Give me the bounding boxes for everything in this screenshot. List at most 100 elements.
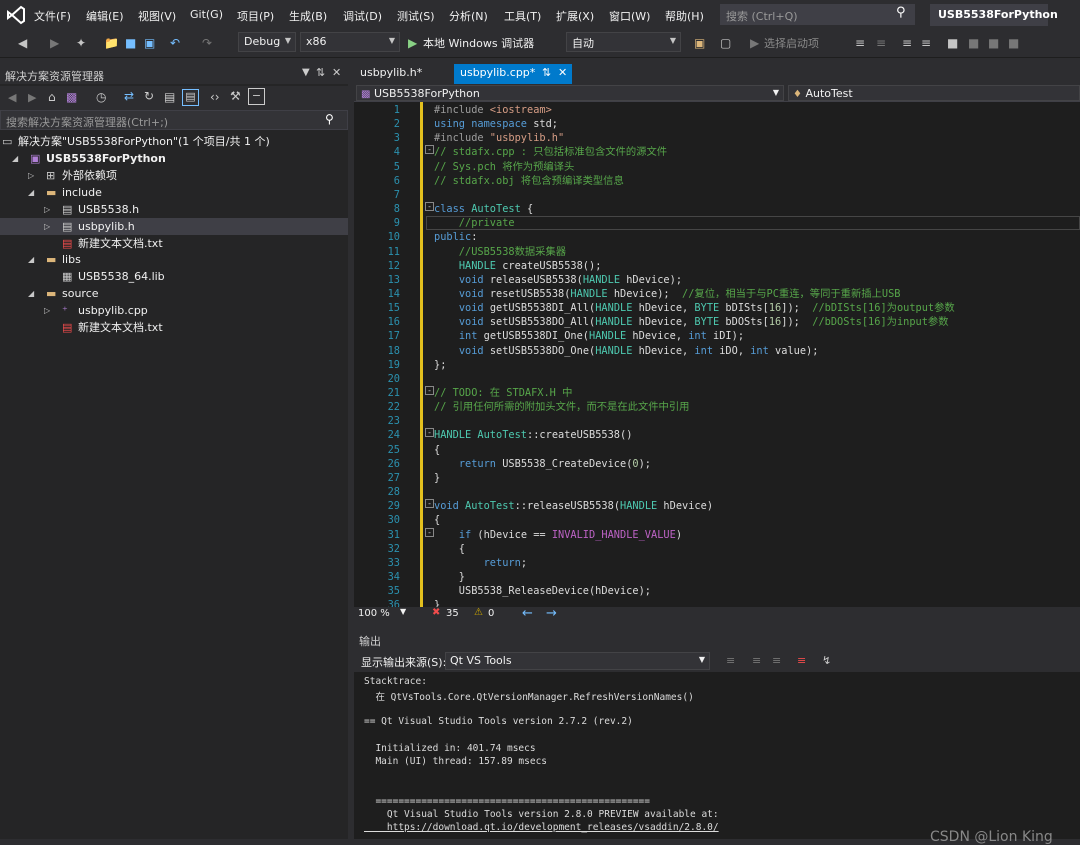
clear-all-icon[interactable]: ≡ <box>797 654 806 667</box>
code-line[interactable]: 25 { <box>354 443 1080 457</box>
run-icon[interactable]: ▶ <box>408 36 417 50</box>
code-line[interactable]: 21 -// TODO: 在 STDAFX.H 中 <box>354 386 1080 400</box>
member-scope-select[interactable]: ♦ AutoTest <box>788 85 1080 101</box>
show-all-files-icon[interactable]: ▤ <box>182 89 199 106</box>
code-line[interactable]: 27} <box>354 471 1080 485</box>
properties-icon[interactable]: ⚒ <box>230 89 241 103</box>
search-icon[interactable]: ⚲ <box>325 112 334 126</box>
redo-icon[interactable]: ↷ <box>202 36 212 50</box>
start-icon[interactable]: ▶ <box>750 36 759 50</box>
expander-icon[interactable]: ◢ <box>28 251 34 268</box>
search-input[interactable]: 搜索 (Ctrl+Q) <box>720 4 915 25</box>
uncomment-icon[interactable]: ≡ <box>921 36 931 50</box>
bookmark-icon[interactable]: ■ <box>947 36 958 50</box>
fold-toggle-icon[interactable]: - <box>425 386 434 395</box>
fold-toggle-icon[interactable]: - <box>425 527 434 537</box>
menu-item[interactable]: 编辑(E) <box>86 8 124 24</box>
code-line[interactable]: 20 <box>354 372 1080 386</box>
preview-icon[interactable]: − <box>248 88 265 105</box>
menu-item[interactable]: 窗口(W) <box>609 8 650 24</box>
search-icon[interactable]: ⚲ <box>896 5 906 20</box>
code-line[interactable]: 36} <box>354 598 1080 607</box>
menu-item[interactable]: 测试(S) <box>397 8 435 24</box>
tree-item[interactable]: ◢ ▬ libs <box>0 251 348 268</box>
code-line[interactable]: 35 USB5538_ReleaseDevice(hDevice); <box>354 584 1080 598</box>
close-tab-icon[interactable]: ✕ <box>558 66 567 79</box>
switch-views-icon[interactable]: ▩ <box>66 90 77 104</box>
hot-reload-icon[interactable]: ▣ <box>694 36 705 50</box>
select-startup-button[interactable]: 选择启动项 <box>764 35 819 51</box>
error-icon[interactable]: ✖ <box>432 607 440 618</box>
code-line[interactable]: 22 // 引用任何所需的附加头文件，而不是在此文件中引用 <box>354 400 1080 414</box>
fold-toggle-icon[interactable]: - <box>425 499 434 509</box>
tree-item[interactable]: ▷ ⊞ 外部依赖项 <box>0 167 348 184</box>
code-line[interactable]: 29 - void AutoTest::releaseUSB5538(HANDLE … <box>354 499 1080 513</box>
new-item-icon[interactable]: ✦ <box>76 36 86 50</box>
warning-icon[interactable]: ⚠ <box>474 607 483 618</box>
output-text[interactable]: Stacktrace: 在 QtVsTools.Core.QtVersionMa… <box>354 672 1080 839</box>
menu-item[interactable]: 帮助(H) <box>665 8 704 24</box>
pin-icon[interactable]: ⇅ <box>316 66 325 79</box>
error-count[interactable]: 35 <box>446 608 459 619</box>
zoom-level[interactable]: 100 % <box>358 608 390 619</box>
pending-changes-icon[interactable]: ◷ <box>96 90 106 104</box>
menu-item[interactable]: 生成(B) <box>289 8 327 24</box>
code-line[interactable]: 2 using namespace std; <box>354 117 1080 131</box>
code-line[interactable]: 30 { <box>354 513 1080 527</box>
tree-item[interactable]: ▤ 新建文本文档.txt <box>0 319 348 336</box>
code-line[interactable]: 19}; <box>354 358 1080 372</box>
clear-bookmark-icon[interactable]: ■ <box>1008 36 1019 50</box>
view-code-icon[interactable]: ‹› <box>210 90 220 104</box>
forward-icon[interactable]: ▶ <box>50 36 59 50</box>
format-icon[interactable]: ≡ <box>876 36 886 50</box>
code-line[interactable]: 12 HANDLE createUSB5538(); <box>354 259 1080 273</box>
tree-item[interactable]: ◢ ▣ USB5538ForPython <box>0 150 348 167</box>
prev-message-icon[interactable]: ≡ <box>752 654 761 667</box>
expander-icon[interactable]: ▷ <box>44 218 50 235</box>
code-line[interactable]: 28 <box>354 485 1080 499</box>
forward-icon[interactable]: ▶ <box>28 91 36 104</box>
expander-icon[interactable]: ▷ <box>44 201 50 218</box>
code-line[interactable]: 33 return; <box>354 556 1080 570</box>
code-line[interactable]: 18 void setUSB5538DO_One(HANDLE hDevice,… <box>354 344 1080 358</box>
code-line[interactable]: 31 - if (hDevice == INVALID_HANDLE_VALUE) <box>354 527 1080 542</box>
tab-usbpylib-cpp[interactable]: usbpylib.cpp* ⇅ ✕ <box>454 64 572 84</box>
fold-toggle-icon[interactable]: - <box>425 202 434 212</box>
code-line[interactable]: 1 #include <iostream> <box>354 103 1080 117</box>
dropdown-icon[interactable]: ▼ <box>302 67 310 78</box>
prev-issue-icon[interactable]: ← <box>522 606 533 621</box>
code-line[interactable]: 24 - HANDLE AutoTest::createUSB5538() <box>354 428 1080 442</box>
warning-count[interactable]: 0 <box>488 608 494 619</box>
expander-icon[interactable]: ◢ <box>12 150 18 167</box>
comment-icon[interactable]: ≡ <box>902 36 912 50</box>
code-line[interactable]: 10 public: <box>354 230 1080 244</box>
visual-studio-logo-icon[interactable] <box>6 5 26 25</box>
browser-icon[interactable]: ▢ <box>720 36 731 50</box>
fold-toggle-icon[interactable]: - <box>425 145 434 155</box>
expander-icon[interactable]: ◢ <box>28 184 34 201</box>
menu-item[interactable]: Git(G) <box>190 8 223 21</box>
pin-icon[interactable]: ⇅ <box>542 66 551 79</box>
find-message-icon[interactable]: ≡ <box>726 654 735 667</box>
next-message-icon[interactable]: ≡ <box>772 654 781 667</box>
code-line[interactable]: 9 //private <box>354 216 1080 230</box>
sync-icon[interactable]: ⇄ <box>124 89 134 103</box>
code-line[interactable]: 11 //USB5538数据采集器 <box>354 245 1080 259</box>
tree-item[interactable]: ▭ 解决方案"USB5538ForPython"(1 个项目/共 1 个) <box>0 133 348 150</box>
chevron-down-icon[interactable]: ▼ <box>400 607 406 616</box>
code-line[interactable]: 7 <box>354 188 1080 202</box>
tree-item[interactable]: ◢ ▬ include <box>0 184 348 201</box>
menu-item[interactable]: 分析(N) <box>449 8 488 24</box>
word-wrap-icon[interactable]: ↯ <box>822 654 831 667</box>
menu-item[interactable]: 视图(V) <box>138 8 176 24</box>
code-line[interactable]: 5 // Sys.pch 将作为预编译头 <box>354 160 1080 174</box>
code-line[interactable]: 4 -// stdafx.cpp : 只包括标准包含文件的源文件 <box>354 145 1080 159</box>
code-line[interactable]: 6 // stdafx.obj 将包含预编译类型信息 <box>354 174 1080 188</box>
run-debugger-button[interactable]: 本地 Windows 调试器 <box>423 35 534 51</box>
output-source-select[interactable]: Qt VS Tools ▼ <box>445 652 710 670</box>
open-folder-icon[interactable]: 📁 <box>104 36 119 50</box>
expander-icon[interactable]: ◢ <box>28 285 34 302</box>
code-editor[interactable]: 1 #include <iostream> 2 using namespace std… <box>354 102 1080 607</box>
code-line[interactable]: 8 - class AutoTest { <box>354 202 1080 216</box>
save-icon[interactable]: ■ <box>125 36 136 50</box>
